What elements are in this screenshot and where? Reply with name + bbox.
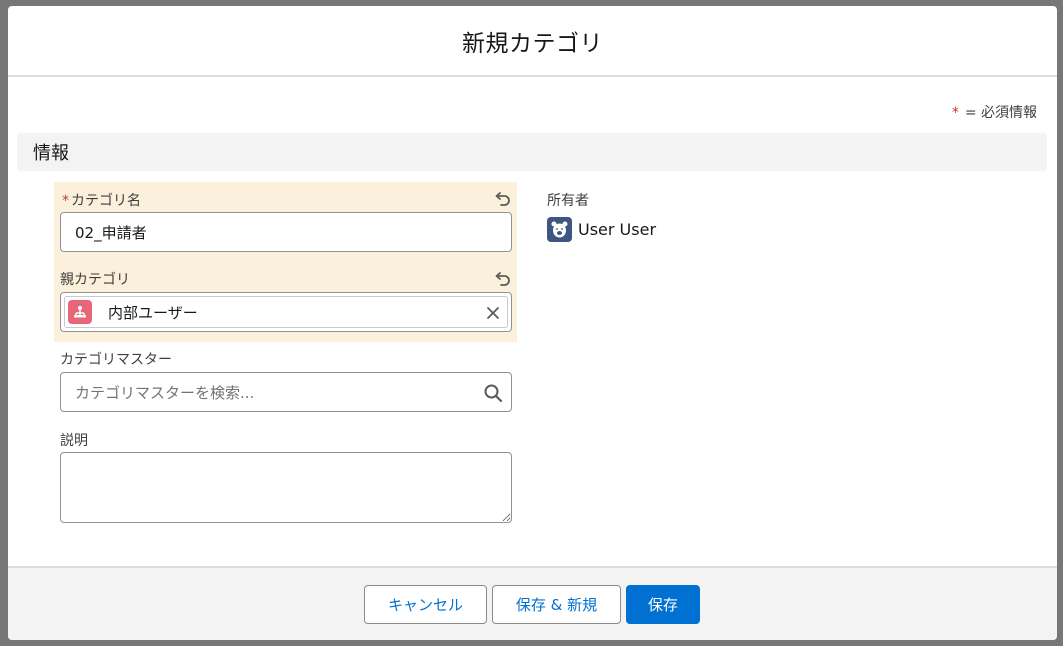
parent-category-value: 内部ユーザー — [108, 303, 198, 322]
save-button[interactable]: 保存 — [626, 585, 700, 624]
required-legend: * = 必須情報 — [952, 102, 1037, 122]
save-and-new-button[interactable]: 保存 & 新規 — [492, 585, 621, 624]
description-label: 説明 — [60, 433, 88, 449]
category-name-label-text: カテゴリ名 — [71, 193, 141, 209]
category-name-value: 02_申請者 — [75, 223, 147, 242]
section-header-info[interactable]: 情報 — [17, 133, 1047, 171]
parent-category-label: 親カテゴリ — [60, 272, 130, 288]
category-name-input[interactable]: 02_申請者 — [60, 212, 512, 252]
category-record-icon — [68, 300, 92, 324]
category-master-placeholder: カテゴリマスターを検索... — [75, 383, 255, 402]
undo-icon[interactable] — [494, 189, 512, 207]
parent-category-pill[interactable]: 内部ユーザー — [64, 296, 508, 328]
category-master-search-input[interactable]: カテゴリマスターを検索... — [60, 372, 512, 412]
category-master-label: カテゴリマスター — [60, 352, 172, 368]
cancel-button[interactable]: キャンセル — [364, 585, 487, 624]
new-category-modal: 新規カテゴリ * = 必須情報 情報 * カテゴリ名 02_申請者 親カテゴリ 内部… — [8, 6, 1057, 640]
owner-name-link[interactable]: User User — [578, 220, 656, 239]
owner-field: User User — [547, 217, 656, 242]
category-name-label: * カテゴリ名 — [62, 190, 141, 210]
required-star: * — [951, 105, 959, 121]
user-avatar-icon — [547, 217, 572, 242]
modal-header: 新規カテゴリ — [8, 6, 1057, 77]
description-textarea[interactable] — [60, 452, 512, 523]
search-icon[interactable] — [483, 383, 503, 403]
parent-category-lookup[interactable]: 内部ユーザー — [60, 292, 512, 332]
owner-label: 所有者 — [547, 193, 589, 209]
section-title: 情報 — [33, 143, 69, 164]
close-icon[interactable] — [485, 305, 501, 321]
modal-title: 新規カテゴリ — [462, 30, 603, 57]
modal-footer: キャンセル 保存 & 新規 保存 — [8, 566, 1057, 640]
undo-icon[interactable] — [494, 269, 512, 287]
required-legend-text: = 必須情報 — [964, 105, 1037, 121]
required-star: * — [62, 193, 69, 209]
